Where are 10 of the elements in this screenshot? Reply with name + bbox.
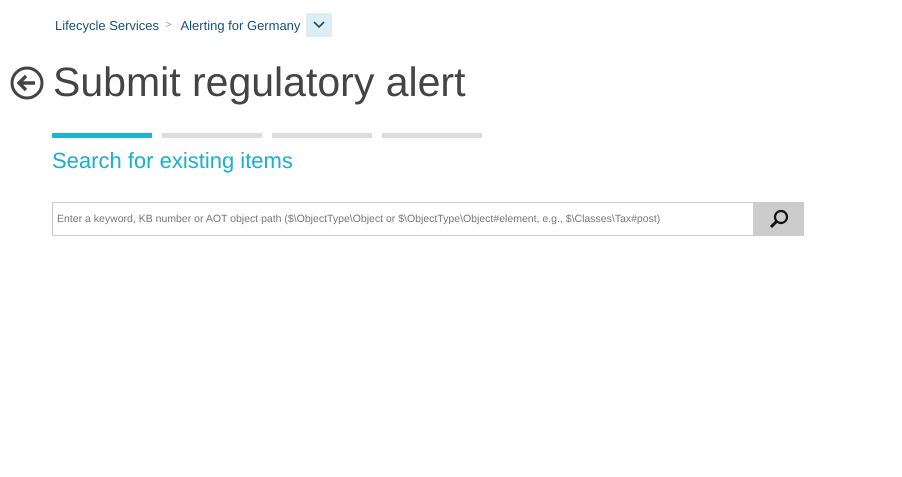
breadcrumb-separator: > [165, 19, 172, 31]
step-title: Search for existing items [52, 148, 294, 174]
breadcrumb-link[interactable]: Alerting for Germany [180, 18, 300, 32]
page-title: Submit regulatory alert [53, 62, 466, 103]
dropdown-button[interactable] [306, 13, 332, 37]
breadcrumb-link[interactable]: Lifecycle Services [55, 18, 160, 32]
chevron-down-icon [313, 21, 326, 29]
search-icon [768, 209, 788, 229]
search-field[interactable]: Enter a keyword, KB number or AOT object path ($\ObjectType\Object or $\ObjectType\Object#element, e.g., $\Classes\Tax#post) [52, 202, 753, 236]
search-button[interactable] [753, 202, 804, 236]
